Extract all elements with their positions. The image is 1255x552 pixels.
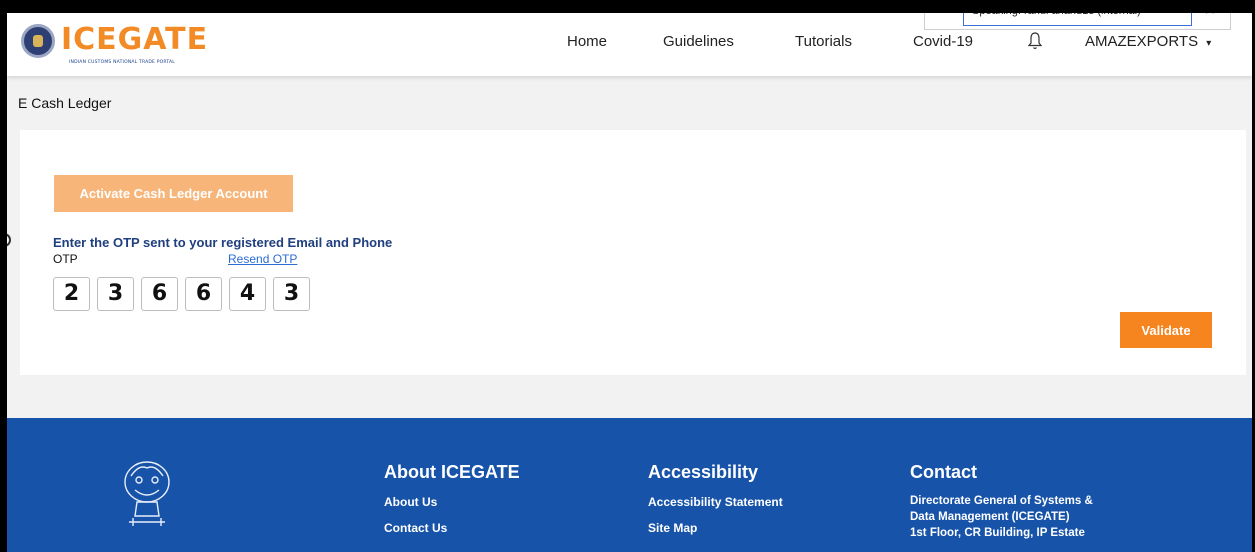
contact-line: Data Management (ICEGATE) xyxy=(910,511,1070,523)
logo-text: ICEGATE xyxy=(61,22,208,57)
contact-line: 1st Floor, CR Building, IP Estate xyxy=(910,527,1085,539)
speaking-text: Speaking: rahul anand18 (internal) xyxy=(963,13,1192,26)
otp-digit-input[interactable]: 6 xyxy=(185,277,222,311)
site-footer: About ICEGATE About Us Contact Us Access… xyxy=(7,418,1252,552)
account-name: AMAZEXPORTS xyxy=(1085,33,1199,50)
footer-accessibility-heading: Accessibility xyxy=(648,462,759,482)
logo-subtitle: INDIAN CUSTOMS NATIONAL TRADE PORTAL xyxy=(69,60,175,65)
footer-link-accessibility-statement[interactable]: Accessibility Statement xyxy=(648,495,783,509)
scroll-handle-icon[interactable] xyxy=(7,233,11,247)
logo-text-wordmark: ICEGATE xyxy=(61,22,209,57)
otp-digit-input[interactable]: 2 xyxy=(53,277,90,311)
otp-label: OTP xyxy=(53,252,78,266)
nav-tutorials[interactable]: Tutorials xyxy=(795,33,852,50)
otp-digit-input[interactable]: 3 xyxy=(273,277,310,311)
footer-accessibility: Accessibility Accessibility Statement Si… xyxy=(648,462,783,535)
nav-guidelines[interactable]: Guidelines xyxy=(663,33,734,50)
footer-contact: Contact Directorate General of Systems &… xyxy=(910,462,1093,541)
footer-link-site-map[interactable]: Site Map xyxy=(648,521,783,535)
bell-icon[interactable] xyxy=(1028,32,1042,50)
otp-instruction: Enter the OTP sent to your registered Em… xyxy=(53,235,393,250)
activate-cash-ledger-button[interactable]: Activate Cash Ledger Account xyxy=(54,175,293,212)
footer-link-about-us[interactable]: About Us xyxy=(384,495,520,509)
otp-digit-input[interactable]: 6 xyxy=(141,277,178,311)
national-emblem-icon xyxy=(124,461,170,526)
page-title: E Cash Ledger xyxy=(18,95,112,111)
contact-line: Directorate General of Systems & xyxy=(910,495,1093,507)
resend-otp-link[interactable]: Resend OTP xyxy=(228,252,297,266)
cash-ledger-card: Activate Cash Ledger Account Enter the O… xyxy=(20,130,1246,375)
chevron-down-icon[interactable]: ∨ xyxy=(939,13,947,16)
browser-viewport: ICEGATE INDIAN CUSTOMS NATIONAL TRADE PO… xyxy=(7,13,1252,552)
speaking-indicator: ∨ Speaking: rahul anand18 (internal) × xyxy=(924,13,1231,30)
nav-home[interactable]: Home xyxy=(567,33,607,50)
caret-down-icon: ▾ xyxy=(1206,38,1212,49)
footer-contact-heading: Contact xyxy=(910,462,977,482)
footer-about: About ICEGATE About Us Contact Us xyxy=(384,462,520,535)
otp-input-group: 2 3 6 6 4 3 xyxy=(53,277,317,311)
validate-button[interactable]: Validate xyxy=(1120,312,1212,348)
site-header: ICEGATE INDIAN CUSTOMS NATIONAL TRADE PO… xyxy=(7,13,1252,76)
footer-about-heading: About ICEGATE xyxy=(384,462,520,482)
customs-emblem-icon xyxy=(21,24,55,58)
icegate-logo[interactable]: ICEGATE INDIAN CUSTOMS NATIONAL TRADE PO… xyxy=(21,22,221,68)
footer-link-contact-us[interactable]: Contact Us xyxy=(384,521,520,535)
otp-digit-input[interactable]: 4 xyxy=(229,277,266,311)
account-menu[interactable]: AMAZEXPORTS ▾ xyxy=(1085,33,1211,50)
nav-covid-19[interactable]: Covid-19 xyxy=(913,33,973,50)
close-icon[interactable]: × xyxy=(1204,13,1216,18)
otp-digit-input[interactable]: 3 xyxy=(97,277,134,311)
